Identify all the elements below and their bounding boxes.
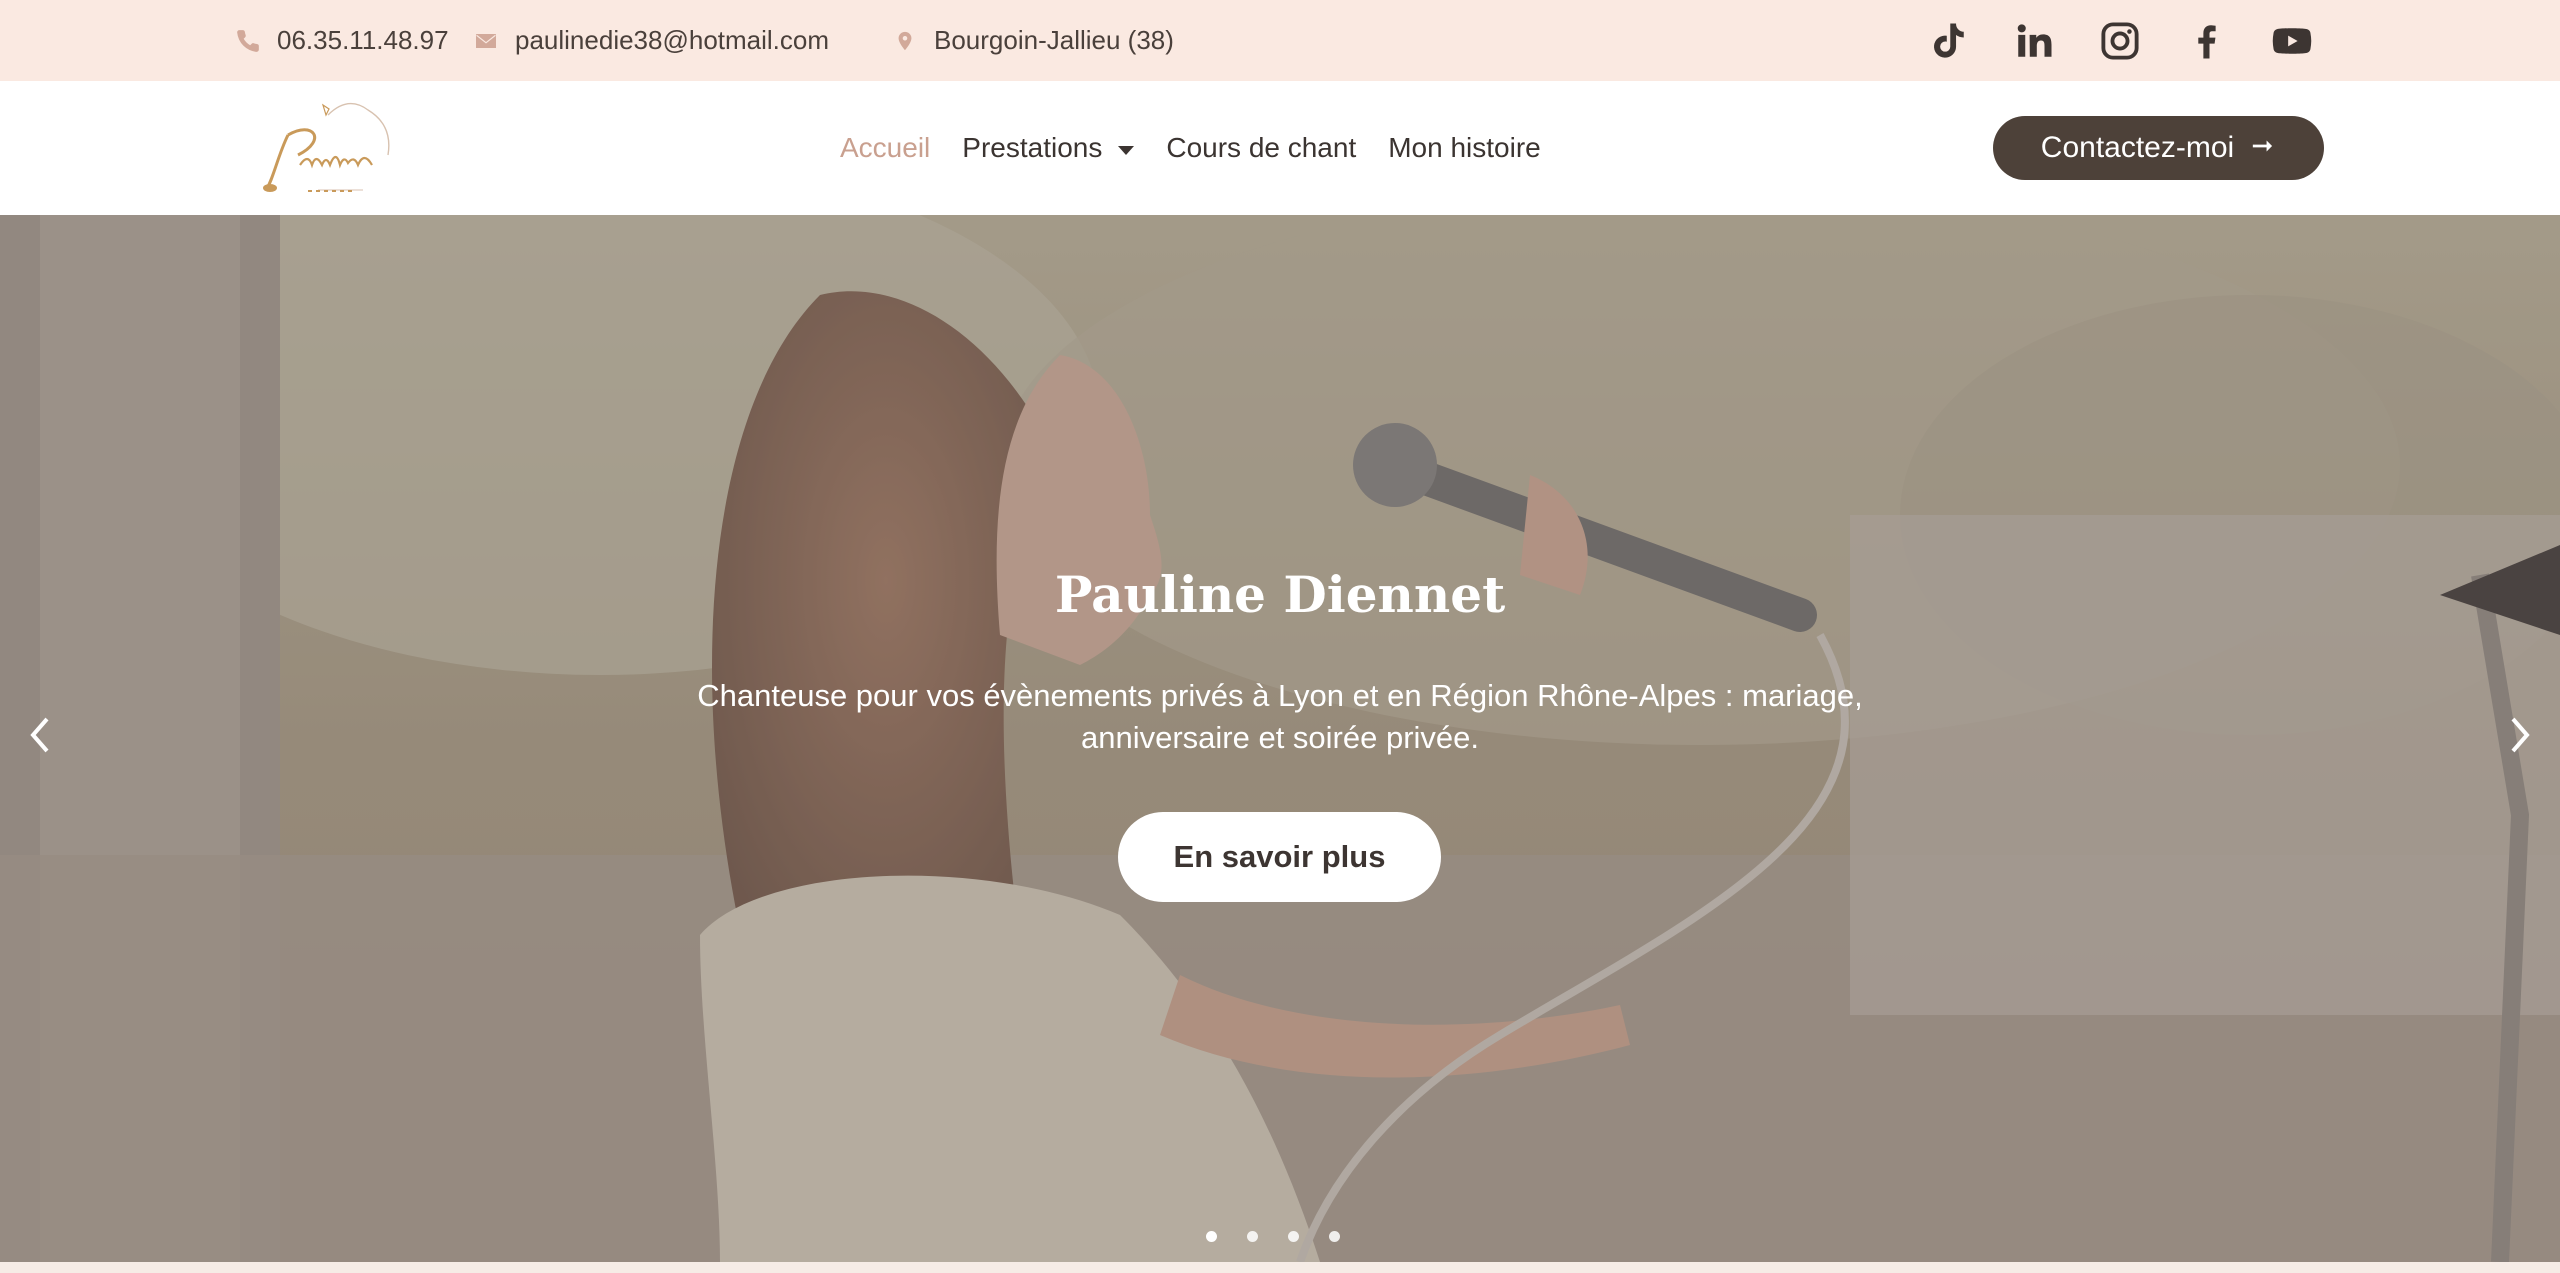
phone-number: 06.35.11.48.97 bbox=[277, 25, 449, 55]
tiktok-icon[interactable] bbox=[1927, 20, 1969, 62]
nav-cours-de-chant[interactable]: Cours de chant bbox=[1166, 132, 1356, 164]
chevron-down-icon bbox=[1118, 145, 1135, 155]
slide-dot-1[interactable] bbox=[1206, 1231, 1217, 1242]
social-links bbox=[1927, 0, 2313, 81]
phone-contact[interactable]: 06.35.11.48.97 bbox=[233, 0, 449, 81]
location-text: Bourgoin-Jallieu (38) bbox=[934, 25, 1174, 55]
linkedin-icon[interactable] bbox=[2013, 20, 2055, 62]
arrow-right-icon bbox=[2248, 131, 2276, 165]
instagram-icon[interactable] bbox=[2099, 20, 2141, 62]
slide-dot-4[interactable] bbox=[1329, 1231, 1340, 1242]
youtube-icon[interactable] bbox=[2271, 20, 2313, 62]
learn-more-button[interactable]: En savoir plus bbox=[1118, 812, 1441, 902]
slide-dot-2[interactable] bbox=[1247, 1231, 1258, 1242]
nav-accueil[interactable]: Accueil bbox=[840, 132, 930, 164]
facebook-icon[interactable] bbox=[2185, 20, 2227, 62]
top-bar: 06.35.11.48.97 paulinedie38@hotmail.com … bbox=[0, 0, 2560, 81]
map-pin-icon bbox=[890, 26, 920, 56]
slide-dot-3[interactable] bbox=[1288, 1231, 1299, 1242]
site-logo[interactable] bbox=[258, 95, 408, 205]
slider-pagination bbox=[1206, 1231, 1340, 1242]
envelope-icon bbox=[471, 26, 501, 56]
nav-prestations-label: Prestations bbox=[962, 132, 1103, 163]
contact-button[interactable]: Contactez-moi bbox=[1993, 116, 2324, 180]
hero-title: Pauline Diennet bbox=[1054, 565, 1506, 624]
chevron-right-icon[interactable] bbox=[2500, 713, 2540, 757]
nav-prestations[interactable]: Prestations bbox=[962, 132, 1135, 164]
email-contact[interactable]: paulinedie38@hotmail.com bbox=[471, 0, 829, 81]
chevron-left-icon[interactable] bbox=[20, 713, 60, 757]
phone-icon bbox=[233, 26, 263, 56]
site-header: Accueil Prestations Cours de chant Mon h… bbox=[0, 81, 2560, 215]
contact-button-label: Contactez-moi bbox=[2040, 131, 2235, 164]
hero-subtitle: Chanteuse pour vos évènements privés à L… bbox=[697, 678, 1863, 755]
location-contact: Bourgoin-Jallieu (38) bbox=[890, 0, 1174, 81]
hero-slider: Pauline Diennet Chanteuse pour vos évène… bbox=[0, 215, 2560, 1262]
nav-mon-histoire[interactable]: Mon histoire bbox=[1388, 132, 1541, 164]
email-address: paulinedie38@hotmail.com bbox=[515, 25, 830, 55]
main-nav: Accueil Prestations Cours de chant Mon h… bbox=[840, 81, 1541, 215]
